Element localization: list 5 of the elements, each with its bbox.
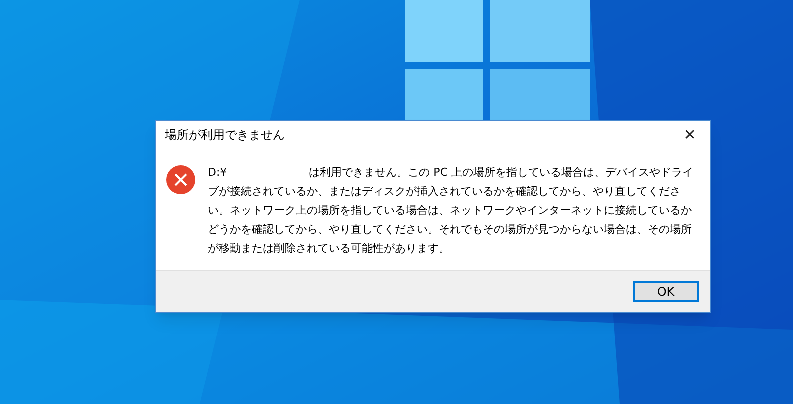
error-message: D:¥ は利用できません。この PC 上の場所を指している場合は、デバイスやドライブが接続されているか、またはディスクが挿入されているかを確認してから、やり直してください。ネットワーク上の場所を指している場合は、ネットワークやインターネットに接続しているかどうかを確認してから、やり直してください。それでもその場所が見つからない場合は、その場所が移動または削除されている可能性があります。 [208,165,694,257]
error-icon [166,165,196,195]
close-button[interactable]: ✕ [670,121,710,149]
ok-button[interactable]: OK [633,281,699,302]
window-title: 場所が利用できません [165,127,285,144]
